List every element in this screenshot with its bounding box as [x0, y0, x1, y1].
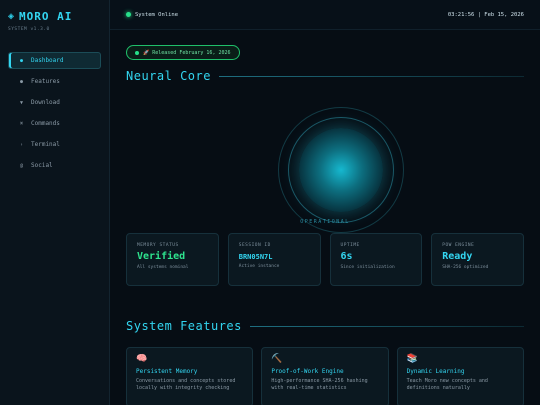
terminal-icon: ›	[19, 141, 23, 148]
feature-card-learning[interactable]: 📚 Dynamic Learning Teach Moro new concep…	[396, 347, 524, 405]
stat-label: POW ENGINE	[442, 243, 475, 248]
feature-card-pow[interactable]: ⛏️ Proof-of-Work Engine High-performance…	[261, 347, 389, 405]
sidebar-item-terminal[interactable]: › Terminal	[8, 136, 101, 153]
pickaxe-icon: ⛏️	[271, 354, 283, 364]
feature-description: Conversations and concepts stored locall…	[136, 378, 236, 391]
stat-subtext: Since initialization	[340, 265, 395, 270]
download-icon: ▼	[19, 99, 23, 106]
sidebar-item-label: Social	[31, 162, 53, 169]
release-dot-icon	[135, 50, 139, 55]
sidebar-item-dashboard[interactable]: ● Dashboard	[8, 52, 101, 69]
stat-value: BRN05N7L	[238, 253, 273, 261]
feature-title: Persistent Memory	[136, 368, 198, 375]
status-online-icon	[126, 12, 131, 17]
topbar: System Online 03:21:56 | Feb 15, 2026	[110, 0, 540, 30]
feature-card-memory[interactable]: 🧠 Persistent Memory Conversations and co…	[126, 347, 254, 405]
stat-value: Ready	[442, 251, 473, 262]
sidebar-item-social[interactable]: @ Social	[8, 157, 101, 174]
system-status: System Online	[126, 12, 178, 18]
stats-row: MEMORY STATUS Verified All systems nomin…	[126, 233, 524, 286]
neural-core-header: Neural Core	[126, 69, 524, 83]
clock: 03:21:56 | Feb 15, 2026	[447, 11, 524, 18]
feature-title: Dynamic Learning	[406, 368, 465, 375]
section-divider	[218, 75, 524, 77]
app-root: ◈ MORO AI SYSTEM v1.3.0 ● Dashboard ● Fe…	[0, 0, 540, 405]
sidebar-item-label: Features	[31, 78, 60, 85]
logo-diamond-icon: ◈	[8, 10, 15, 22]
dot-icon: ●	[19, 57, 23, 64]
brand[interactable]: ◈ MORO AI	[8, 10, 101, 23]
feature-title: Proof-of-Work Engine	[271, 368, 344, 375]
sidebar-item-features[interactable]: ● Features	[8, 73, 101, 90]
sidebar-item-label: Commands	[31, 120, 60, 127]
stat-subtext: All systems nominal	[137, 265, 189, 270]
stat-label: SESSION ID	[238, 243, 271, 248]
stat-card-memory: MEMORY STATUS Verified All systems nomin…	[126, 233, 219, 286]
sidebar-item-label: Dashboard	[31, 57, 64, 64]
release-text: 🚀 Released February 16, 2026	[143, 49, 231, 56]
neural-core-orb[interactable]	[299, 128, 383, 212]
stat-card-uptime: UPTIME 6s Since initialization	[329, 233, 423, 286]
system-version: SYSTEM v1.3.0	[8, 27, 50, 32]
section-title: Neural Core	[126, 69, 211, 83]
books-icon: 📚	[406, 354, 418, 364]
stat-subtext: SHA-256 optimized	[442, 265, 489, 270]
stat-label: UPTIME	[340, 243, 360, 248]
sidebar-item-label: Download	[31, 99, 60, 106]
main-panel: System Online 03:21:56 | Feb 15, 2026 🚀 …	[110, 0, 540, 405]
brand-name: MORO AI	[19, 10, 73, 23]
neural-core-visual: OPERATIONAL	[126, 83, 524, 243]
features-grid: 🧠 Persistent Memory Conversations and co…	[126, 347, 524, 405]
sidebar-item-label: Terminal	[31, 141, 60, 148]
command-icon: ⌘	[19, 120, 23, 127]
sidebar: ◈ MORO AI SYSTEM v1.3.0 ● Dashboard ● Fe…	[0, 0, 110, 405]
stat-label: MEMORY STATUS	[137, 243, 179, 248]
brain-icon: 🧠	[136, 354, 148, 364]
core-state-label: OPERATIONAL	[300, 219, 350, 225]
section-divider	[249, 325, 524, 327]
release-badge: 🚀 Released February 16, 2026	[126, 45, 240, 60]
dot-icon: ●	[19, 78, 23, 85]
at-icon: @	[19, 162, 23, 169]
sidebar-item-commands[interactable]: ⌘ Commands	[8, 115, 101, 132]
sidebar-nav: ● Dashboard ● Features ▼ Download ⌘ Comm…	[8, 52, 101, 174]
stat-card-pow: POW ENGINE Ready SHA-256 optimized	[431, 233, 524, 286]
stat-value: Verified	[137, 251, 186, 262]
feature-description: High-performance SHA-256 hashing with re…	[271, 378, 368, 391]
status-text: System Online	[135, 11, 179, 18]
dashboard-content: 🚀 Released February 16, 2026 Neural Core…	[110, 30, 540, 405]
stat-card-session: SESSION ID BRN05N7L Active instance	[227, 233, 321, 286]
system-features-header: System Features	[126, 319, 524, 333]
stat-value: 6s	[340, 251, 353, 262]
section-title: System Features	[126, 319, 242, 333]
sidebar-item-download[interactable]: ▼ Download	[8, 94, 101, 111]
stat-subtext: Active instance	[238, 264, 280, 269]
feature-description: Teach Moro new concepts and definitions …	[406, 378, 488, 391]
